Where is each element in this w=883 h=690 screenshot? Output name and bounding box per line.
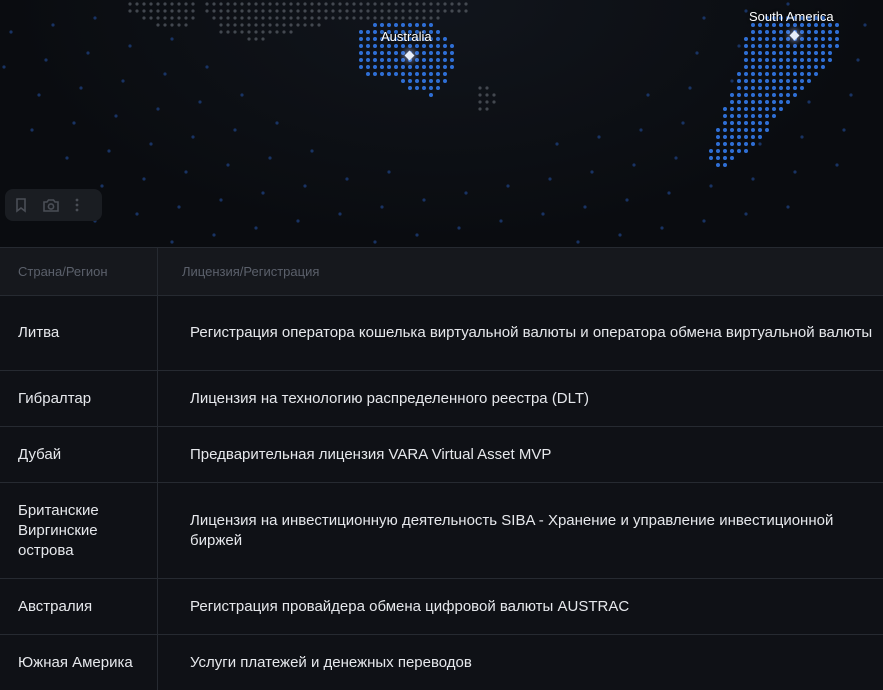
license-table: Страна/Регион Лицензия/Регистрация Литва… <box>0 247 883 690</box>
table-row: Гибралтар Лицензия на технологию распред… <box>0 370 883 426</box>
row-region: Литва <box>0 296 158 370</box>
header-license: Лицензия/Регистрация <box>182 263 320 279</box>
header-region: Страна/Регион <box>0 248 158 295</box>
south-america-label: South America <box>749 9 834 24</box>
bookmark-icon[interactable] <box>14 197 28 213</box>
row-region: Британские Виргинские острова <box>0 483 158 578</box>
row-region: Южная Америка <box>0 635 158 690</box>
row-region: Австралия <box>0 579 158 634</box>
table-row: Дубай Предварительная лицензия VARA Virt… <box>0 426 883 482</box>
row-license: Лицензия на технологию распределенного р… <box>190 389 590 407</box>
row-region: Гибралтар <box>0 371 158 426</box>
dotted-map-graphic <box>2 2 867 244</box>
row-license: Предварительная лицензия VARA Virtual As… <box>190 445 552 463</box>
camera-icon[interactable] <box>42 197 60 213</box>
map-dots <box>2 2 867 244</box>
image-toolbar <box>5 189 102 221</box>
row-license: Регистрация провайдера обмена цифровой в… <box>190 597 630 615</box>
table-row: Британские Виргинские острова Лицензия н… <box>0 482 883 578</box>
australia-label: Australia <box>381 29 432 44</box>
table-row: Литва Регистрация оператора кошелька вир… <box>0 295 883 370</box>
world-map: Australia South America <box>0 0 883 247</box>
row-license: Регистрация оператора кошелька виртуальн… <box>190 324 873 341</box>
row-license: Услуги платежей и денежных переводов <box>190 653 472 671</box>
row-region: Дубай <box>0 427 158 482</box>
row-license: Лицензия на инвестиционную деятельность … <box>190 511 834 549</box>
table-row: Южная Америка Услуги платежей и денежных… <box>0 634 883 690</box>
table-header: Страна/Регион Лицензия/Регистрация <box>0 247 883 295</box>
table-row: Австралия Регистрация провайдера обмена … <box>0 578 883 634</box>
more-vertical-icon[interactable] <box>74 197 80 213</box>
